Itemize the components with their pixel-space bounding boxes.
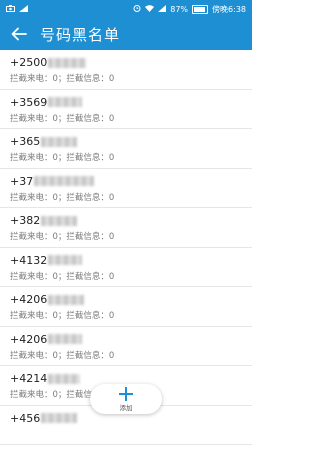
redacted-digits — [48, 97, 83, 107]
clock: 傍晚6:38 — [212, 4, 246, 14]
phone-number: +4206 — [10, 332, 48, 346]
phone-number: +4206 — [10, 293, 48, 306]
list-item[interactable]: +4206 拦截来电：0；拦截信息：0 — [0, 287, 252, 327]
phone-number: +2500 — [10, 56, 48, 69]
list-item[interactable]: +2500 拦截来电：0；拦截信息：0 — [0, 50, 252, 90]
block-stats: 拦截来电：0；拦截信息：0 — [10, 192, 115, 203]
list-item[interactable]: +3569 拦截来电：0；拦截信息：0 — [0, 90, 252, 129]
back-button[interactable] — [8, 23, 30, 45]
redacted-digits — [41, 413, 78, 423]
list-item[interactable]: +4132 拦截来电：0；拦截信息：0 — [0, 248, 252, 287]
list-item[interactable]: +4206 拦截来电：0；拦截信息：0 — [0, 327, 252, 366]
phone-number: +382 — [10, 214, 41, 227]
block-stats: 拦截来电：0；拦截信息：0 — [10, 350, 115, 361]
signal-icon — [19, 4, 28, 14]
wifi-icon — [145, 4, 155, 14]
add-button[interactable]: 添加 — [90, 384, 162, 414]
battery-level: 87% — [170, 4, 189, 14]
block-stats: 拦截来电：0；拦截信息：0 — [10, 271, 115, 282]
redacted-digits — [48, 57, 87, 68]
redacted-digits — [34, 176, 95, 186]
arrow-left-icon — [11, 27, 27, 41]
redacted-digits — [48, 373, 81, 384]
status-bar: 87% 傍晚6:38 — [0, 0, 252, 18]
list-item[interactable]: +382 拦截来电：0；拦截信息：0 — [0, 208, 252, 248]
block-stats: 拦截来电：0；拦截信息：0 — [10, 113, 115, 124]
block-stats: 拦截来电：0；拦截信息：0 — [10, 74, 115, 84]
battery-icon — [192, 4, 209, 14]
phone-number: +37 — [10, 174, 34, 188]
phone-number: +4132 — [10, 253, 48, 267]
page-title: 号码黑名单 — [40, 25, 121, 44]
alarm-icon — [133, 4, 141, 14]
phone-number: +456 — [10, 411, 41, 425]
redacted-digits — [41, 215, 78, 226]
phone-number: +4214 — [10, 372, 48, 385]
cellular-icon — [158, 4, 167, 14]
redacted-digits — [48, 334, 83, 344]
redacted-digits — [41, 136, 78, 147]
phone-number: +365 — [10, 135, 41, 148]
plus-icon — [119, 386, 133, 401]
redacted-digits — [48, 255, 83, 265]
block-stats: 拦截来电：0；拦截信息：0 — [10, 232, 115, 242]
camera-icon — [6, 4, 15, 14]
add-button-label: 添加 — [119, 403, 133, 412]
app-header: 87% 傍晚6:38 号码黑名单 — [0, 0, 252, 50]
list-item[interactable]: +37 拦截来电：0；拦截信息：0 — [0, 169, 252, 208]
redacted-digits — [48, 294, 85, 305]
phone-number: +3569 — [10, 95, 48, 109]
block-stats: 拦截来电：0；拦截信息：0 — [10, 311, 115, 321]
block-stats: 拦截来电：0；拦截信息：0 — [10, 153, 115, 163]
list-item[interactable]: +365 拦截来电：0；拦截信息：0 — [0, 129, 252, 169]
